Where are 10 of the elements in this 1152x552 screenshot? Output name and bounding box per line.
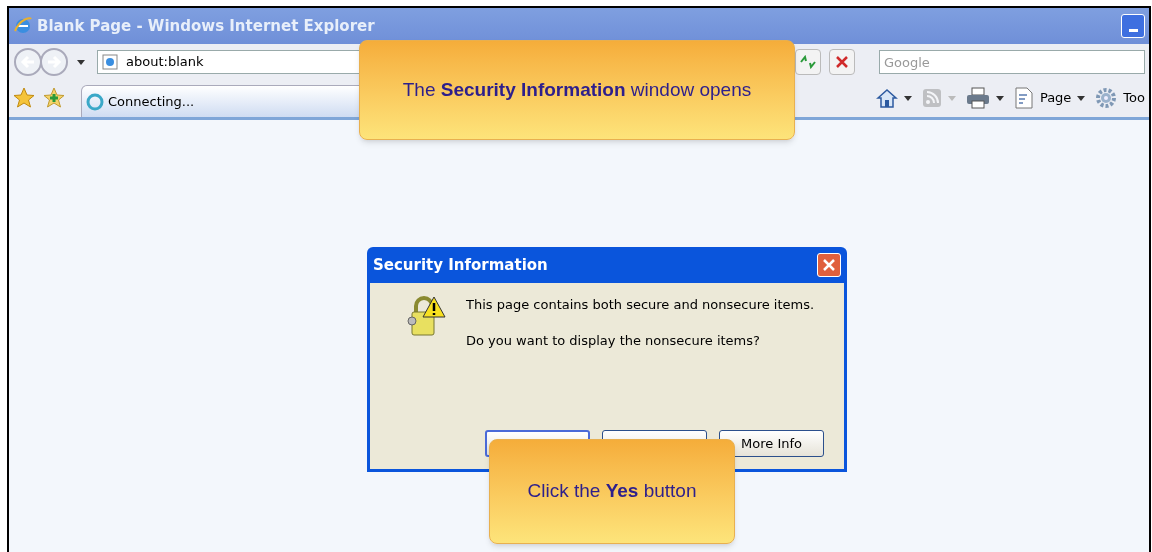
dialog-message: This page contains both secure and nonsecure items. — [466, 296, 816, 314]
toolbar-button-label[interactable]: Page — [1039, 88, 1072, 108]
dialog-title: Security Information — [373, 254, 548, 276]
dialog-question: Do you want to display the nonsecure items? — [466, 331, 761, 350]
dialog-button[interactable]: More Info — [719, 430, 824, 457]
callout-tooltip: The Security Information window opens — [359, 40, 795, 140]
toolbar-button-label[interactable]: Too — [1123, 88, 1145, 108]
search-field[interactable]: Google — [879, 50, 1145, 74]
callout-tooltip: Click the Yes button — [489, 439, 735, 544]
window-title: Blank Page - Windows Internet Explorer — [37, 15, 375, 37]
